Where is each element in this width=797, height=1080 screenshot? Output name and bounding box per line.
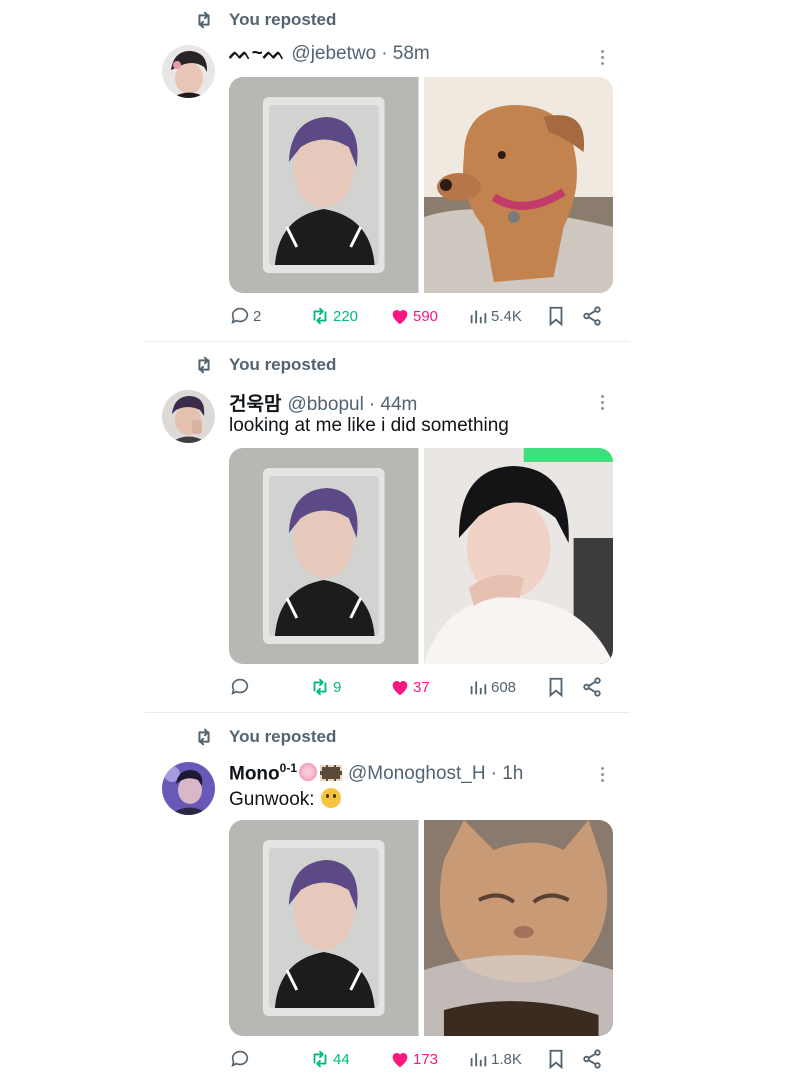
like-button[interactable]: 590 (389, 305, 438, 327)
repost-icon (313, 678, 327, 696)
repost-icon (313, 307, 327, 325)
repost-indicator: You reposted (193, 8, 336, 32)
display-name[interactable]: Mono0-1 (229, 761, 342, 785)
bookmark-icon (549, 677, 563, 698)
more-options-icon[interactable] (597, 764, 607, 786)
raised-eyebrow-emoji-icon (320, 788, 341, 808)
user-handle[interactable]: @jebetwo (291, 43, 376, 65)
post-actions: 9 37 608 (229, 676, 609, 702)
tweet-text: Gunwook: (229, 788, 341, 811)
avatar[interactable] (162, 45, 215, 98)
post-actions: 44 173 1.8K (229, 1048, 609, 1074)
repost-button[interactable]: 9 (309, 676, 341, 698)
divider (145, 712, 630, 713)
like-button[interactable]: 37 (389, 676, 430, 698)
views-icon (470, 310, 487, 324)
views-button[interactable]: 5.4K (467, 305, 522, 327)
dog-image[interactable] (423, 77, 613, 293)
user-handle[interactable]: @bbopul (287, 394, 363, 416)
like-button[interactable]: 173 (389, 1048, 438, 1070)
avatar[interactable] (162, 390, 215, 443)
media-grid[interactable] (229, 448, 613, 664)
share-button[interactable] (581, 305, 603, 327)
cat-image[interactable] (423, 820, 613, 1036)
post-time[interactable]: · 58m (381, 43, 430, 65)
views-icon (470, 1053, 487, 1067)
views-count: 5.4K (491, 307, 522, 325)
film-icon (320, 765, 342, 782)
repost-count: 44 (333, 1050, 350, 1068)
tweet-text: looking at me like i did something (229, 415, 509, 436)
post-header: ᨓ~ᨓ @jebetwo · 58m (229, 43, 430, 65)
share-icon (583, 677, 601, 697)
divider (145, 341, 630, 342)
like-count: 37 (413, 678, 430, 696)
repost-button[interactable]: 44 (309, 1048, 350, 1070)
display-name[interactable]: ᨓ~ᨓ (229, 43, 285, 65)
avatar-photo (162, 762, 215, 815)
photocard-image[interactable] (229, 820, 419, 1036)
reply-icon (231, 678, 249, 695)
repost-label: You reposted (229, 727, 337, 746)
photocard-image[interactable] (229, 77, 419, 293)
repost-icon (198, 728, 210, 746)
media-grid[interactable] (229, 820, 613, 1036)
share-button[interactable] (581, 1048, 603, 1070)
display-name-sup: 0-1 (279, 761, 297, 775)
share-button[interactable] (581, 676, 603, 698)
more-options-icon[interactable] (597, 47, 607, 69)
heart-icon (392, 310, 408, 325)
bookmark-icon (549, 306, 563, 327)
bookmark-icon (549, 1049, 563, 1070)
photocard-image[interactable] (229, 448, 419, 664)
bookmark-button[interactable] (545, 676, 567, 698)
views-count: 608 (491, 678, 517, 696)
repost-icon (198, 356, 210, 374)
repost-button[interactable]: 220 (309, 305, 358, 327)
more-options-icon[interactable] (597, 392, 607, 414)
repost-count: 9 (333, 678, 342, 696)
like-count: 590 (413, 307, 439, 325)
views-icon (470, 681, 487, 695)
reply-button[interactable]: 2 (229, 305, 261, 327)
bookmark-button[interactable] (545, 305, 567, 327)
reply-button[interactable] (229, 1048, 253, 1070)
reply-icon (231, 1050, 249, 1067)
display-name[interactable]: 건욱맘 (229, 389, 281, 416)
repost-label: You reposted (229, 10, 337, 29)
reply-icon (231, 307, 249, 324)
repost-label: You reposted (229, 355, 337, 374)
repost-icon (198, 11, 210, 29)
views-count: 1.8K (491, 1050, 522, 1068)
post-time[interactable]: · 44m (369, 394, 418, 416)
repost-indicator: You reposted (193, 725, 336, 749)
avatar[interactable] (162, 762, 215, 815)
post-actions: 2 220 590 5.4K (229, 305, 609, 331)
avatar-photo (162, 45, 215, 98)
post-header: Mono0-1 @Monoghost_H · 1h (229, 761, 523, 785)
avatar-photo (162, 390, 215, 443)
reply-button[interactable] (229, 676, 253, 698)
cherry-blossom-icon (299, 763, 317, 782)
heart-icon (392, 681, 408, 696)
heart-icon (392, 1053, 408, 1068)
post-time[interactable]: · 1h (491, 763, 524, 785)
views-button[interactable]: 608 (467, 676, 516, 698)
like-count: 173 (413, 1050, 439, 1068)
bookmark-button[interactable] (545, 1048, 567, 1070)
display-name-text: Mono (229, 763, 280, 785)
media-grid[interactable] (229, 77, 613, 293)
user-handle[interactable]: @Monoghost_H (348, 763, 486, 785)
reply-count: 2 (253, 307, 262, 325)
repost-indicator: You reposted (193, 353, 336, 377)
share-icon (583, 306, 601, 326)
share-icon (583, 1049, 601, 1069)
views-button[interactable]: 1.8K (467, 1048, 522, 1070)
post-header: 건욱맘 @bbopul · 44m (229, 389, 417, 416)
selfie-image[interactable] (423, 448, 613, 664)
repost-icon (313, 1050, 327, 1068)
tweet-text-content: Gunwook: (229, 789, 315, 810)
repost-count: 220 (333, 307, 359, 325)
